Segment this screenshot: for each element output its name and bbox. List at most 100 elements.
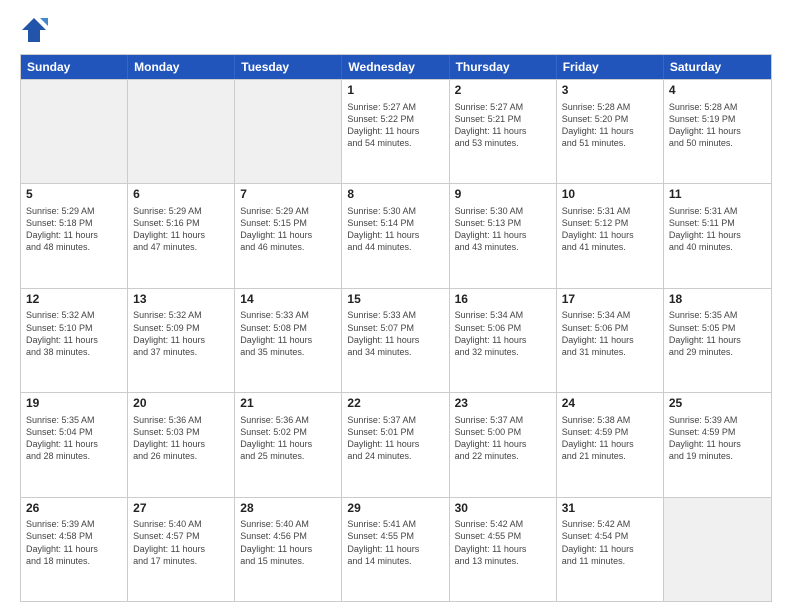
calendar-body: 1 Sunrise: 5:27 AM Sunset: 5:22 PM Daylig… (21, 79, 771, 601)
day-info: Sunrise: 5:36 AM Sunset: 5:03 PM Dayligh… (133, 414, 229, 463)
day-number: 22 (347, 396, 443, 412)
day-info: Sunrise: 5:40 AM Sunset: 4:56 PM Dayligh… (240, 518, 336, 567)
calendar-cell: 21 Sunrise: 5:36 AM Sunset: 5:02 PM Dayli… (235, 393, 342, 496)
calendar-cell: 4 Sunrise: 5:28 AM Sunset: 5:19 PM Daylig… (664, 80, 771, 183)
day-info: Sunrise: 5:37 AM Sunset: 5:00 PM Dayligh… (455, 414, 551, 463)
day-info: Sunrise: 5:29 AM Sunset: 5:16 PM Dayligh… (133, 205, 229, 254)
day-number: 24 (562, 396, 658, 412)
logo (20, 16, 52, 44)
day-info: Sunrise: 5:42 AM Sunset: 4:55 PM Dayligh… (455, 518, 551, 567)
day-number: 16 (455, 292, 551, 308)
day-info: Sunrise: 5:36 AM Sunset: 5:02 PM Dayligh… (240, 414, 336, 463)
calendar-cell: 26Sunrise: 5:39 AM Sunset: 4:58 PM Dayli… (21, 498, 128, 601)
day-info: Sunrise: 5:28 AM Sunset: 5:20 PM Dayligh… (562, 101, 658, 150)
calendar-cell: 28Sunrise: 5:40 AM Sunset: 4:56 PM Dayli… (235, 498, 342, 601)
calendar-header-cell: Monday (128, 55, 235, 79)
calendar-cell (128, 80, 235, 183)
page: SundayMondayTuesdayWednesdayThursdayFrid… (0, 0, 792, 612)
calendar-cell: 31Sunrise: 5:42 AM Sunset: 4:54 PM Dayli… (557, 498, 664, 601)
day-number: 2 (455, 83, 551, 99)
day-number: 11 (669, 187, 766, 203)
day-info: Sunrise: 5:29 AM Sunset: 5:15 PM Dayligh… (240, 205, 336, 254)
day-info: Sunrise: 5:34 AM Sunset: 5:06 PM Dayligh… (562, 309, 658, 358)
calendar-header-cell: Wednesday (342, 55, 449, 79)
day-number: 15 (347, 292, 443, 308)
day-number: 30 (455, 501, 551, 517)
day-number: 10 (562, 187, 658, 203)
day-number: 4 (669, 83, 766, 99)
calendar-header-cell: Thursday (450, 55, 557, 79)
calendar-cell: 3 Sunrise: 5:28 AM Sunset: 5:20 PM Daylig… (557, 80, 664, 183)
calendar-cell: 22 Sunrise: 5:37 AM Sunset: 5:01 PM Dayli… (342, 393, 449, 496)
day-number: 26 (26, 501, 122, 517)
calendar-header-cell: Friday (557, 55, 664, 79)
day-info: Sunrise: 5:30 AM Sunset: 5:13 PM Dayligh… (455, 205, 551, 254)
day-info: Sunrise: 5:40 AM Sunset: 4:57 PM Dayligh… (133, 518, 229, 567)
day-info: Sunrise: 5:41 AM Sunset: 4:55 PM Dayligh… (347, 518, 443, 567)
calendar-cell: 11 Sunrise: 5:31 AM Sunset: 5:11 PM Dayli… (664, 184, 771, 287)
day-number: 7 (240, 187, 336, 203)
calendar-header-cell: Sunday (21, 55, 128, 79)
day-number: 9 (455, 187, 551, 203)
day-number: 29 (347, 501, 443, 517)
calendar-week: 5 Sunrise: 5:29 AM Sunset: 5:18 PM Daylig… (21, 183, 771, 287)
calendar-cell: 25Sunrise: 5:39 AM Sunset: 4:59 PM Dayli… (664, 393, 771, 496)
calendar-cell: 17Sunrise: 5:34 AM Sunset: 5:06 PM Dayli… (557, 289, 664, 392)
day-number: 8 (347, 187, 443, 203)
day-info: Sunrise: 5:30 AM Sunset: 5:14 PM Dayligh… (347, 205, 443, 254)
header (20, 16, 772, 44)
day-number: 28 (240, 501, 336, 517)
calendar-cell (21, 80, 128, 183)
calendar-cell: 8 Sunrise: 5:30 AM Sunset: 5:14 PM Daylig… (342, 184, 449, 287)
calendar-cell: 30Sunrise: 5:42 AM Sunset: 4:55 PM Dayli… (450, 498, 557, 601)
calendar-week: 19 Sunrise: 5:35 AM Sunset: 5:04 PM Dayli… (21, 392, 771, 496)
day-info: Sunrise: 5:42 AM Sunset: 4:54 PM Dayligh… (562, 518, 658, 567)
day-info: Sunrise: 5:33 AM Sunset: 5:08 PM Dayligh… (240, 309, 336, 358)
day-number: 17 (562, 292, 658, 308)
day-number: 31 (562, 501, 658, 517)
calendar-week: 12Sunrise: 5:32 AM Sunset: 5:10 PM Dayli… (21, 288, 771, 392)
calendar-cell: 13Sunrise: 5:32 AM Sunset: 5:09 PM Dayli… (128, 289, 235, 392)
calendar-cell: 20 Sunrise: 5:36 AM Sunset: 5:03 PM Dayli… (128, 393, 235, 496)
day-info: Sunrise: 5:32 AM Sunset: 5:09 PM Dayligh… (133, 309, 229, 358)
day-info: Sunrise: 5:31 AM Sunset: 5:12 PM Dayligh… (562, 205, 658, 254)
calendar-cell: 23Sunrise: 5:37 AM Sunset: 5:00 PM Dayli… (450, 393, 557, 496)
calendar-cell: 10 Sunrise: 5:31 AM Sunset: 5:12 PM Dayli… (557, 184, 664, 287)
calendar-cell: 14Sunrise: 5:33 AM Sunset: 5:08 PM Dayli… (235, 289, 342, 392)
day-info: Sunrise: 5:27 AM Sunset: 5:22 PM Dayligh… (347, 101, 443, 150)
day-info: Sunrise: 5:28 AM Sunset: 5:19 PM Dayligh… (669, 101, 766, 150)
day-number: 21 (240, 396, 336, 412)
day-info: Sunrise: 5:35 AM Sunset: 5:04 PM Dayligh… (26, 414, 122, 463)
calendar-header-cell: Tuesday (235, 55, 342, 79)
calendar-cell: 6 Sunrise: 5:29 AM Sunset: 5:16 PM Daylig… (128, 184, 235, 287)
day-info: Sunrise: 5:29 AM Sunset: 5:18 PM Dayligh… (26, 205, 122, 254)
day-number: 3 (562, 83, 658, 99)
day-number: 1 (347, 83, 443, 99)
day-number: 13 (133, 292, 229, 308)
calendar-cell: 16Sunrise: 5:34 AM Sunset: 5:06 PM Dayli… (450, 289, 557, 392)
calendar-cell: 9 Sunrise: 5:30 AM Sunset: 5:13 PM Daylig… (450, 184, 557, 287)
calendar-cell: 19 Sunrise: 5:35 AM Sunset: 5:04 PM Dayli… (21, 393, 128, 496)
day-info: Sunrise: 5:37 AM Sunset: 5:01 PM Dayligh… (347, 414, 443, 463)
calendar-cell (664, 498, 771, 601)
day-info: Sunrise: 5:38 AM Sunset: 4:59 PM Dayligh… (562, 414, 658, 463)
day-info: Sunrise: 5:32 AM Sunset: 5:10 PM Dayligh… (26, 309, 122, 358)
day-number: 27 (133, 501, 229, 517)
calendar-cell: 27Sunrise: 5:40 AM Sunset: 4:57 PM Dayli… (128, 498, 235, 601)
day-info: Sunrise: 5:31 AM Sunset: 5:11 PM Dayligh… (669, 205, 766, 254)
calendar-cell: 1 Sunrise: 5:27 AM Sunset: 5:22 PM Daylig… (342, 80, 449, 183)
day-info: Sunrise: 5:27 AM Sunset: 5:21 PM Dayligh… (455, 101, 551, 150)
day-number: 25 (669, 396, 766, 412)
calendar-cell: 7 Sunrise: 5:29 AM Sunset: 5:15 PM Daylig… (235, 184, 342, 287)
calendar-cell: 5 Sunrise: 5:29 AM Sunset: 5:18 PM Daylig… (21, 184, 128, 287)
day-number: 5 (26, 187, 122, 203)
calendar: SundayMondayTuesdayWednesdayThursdayFrid… (20, 54, 772, 602)
calendar-cell (235, 80, 342, 183)
day-number: 12 (26, 292, 122, 308)
day-number: 20 (133, 396, 229, 412)
day-number: 19 (26, 396, 122, 412)
day-number: 6 (133, 187, 229, 203)
day-info: Sunrise: 5:33 AM Sunset: 5:07 PM Dayligh… (347, 309, 443, 358)
calendar-cell: 29Sunrise: 5:41 AM Sunset: 4:55 PM Dayli… (342, 498, 449, 601)
calendar-cell: 12Sunrise: 5:32 AM Sunset: 5:10 PM Dayli… (21, 289, 128, 392)
